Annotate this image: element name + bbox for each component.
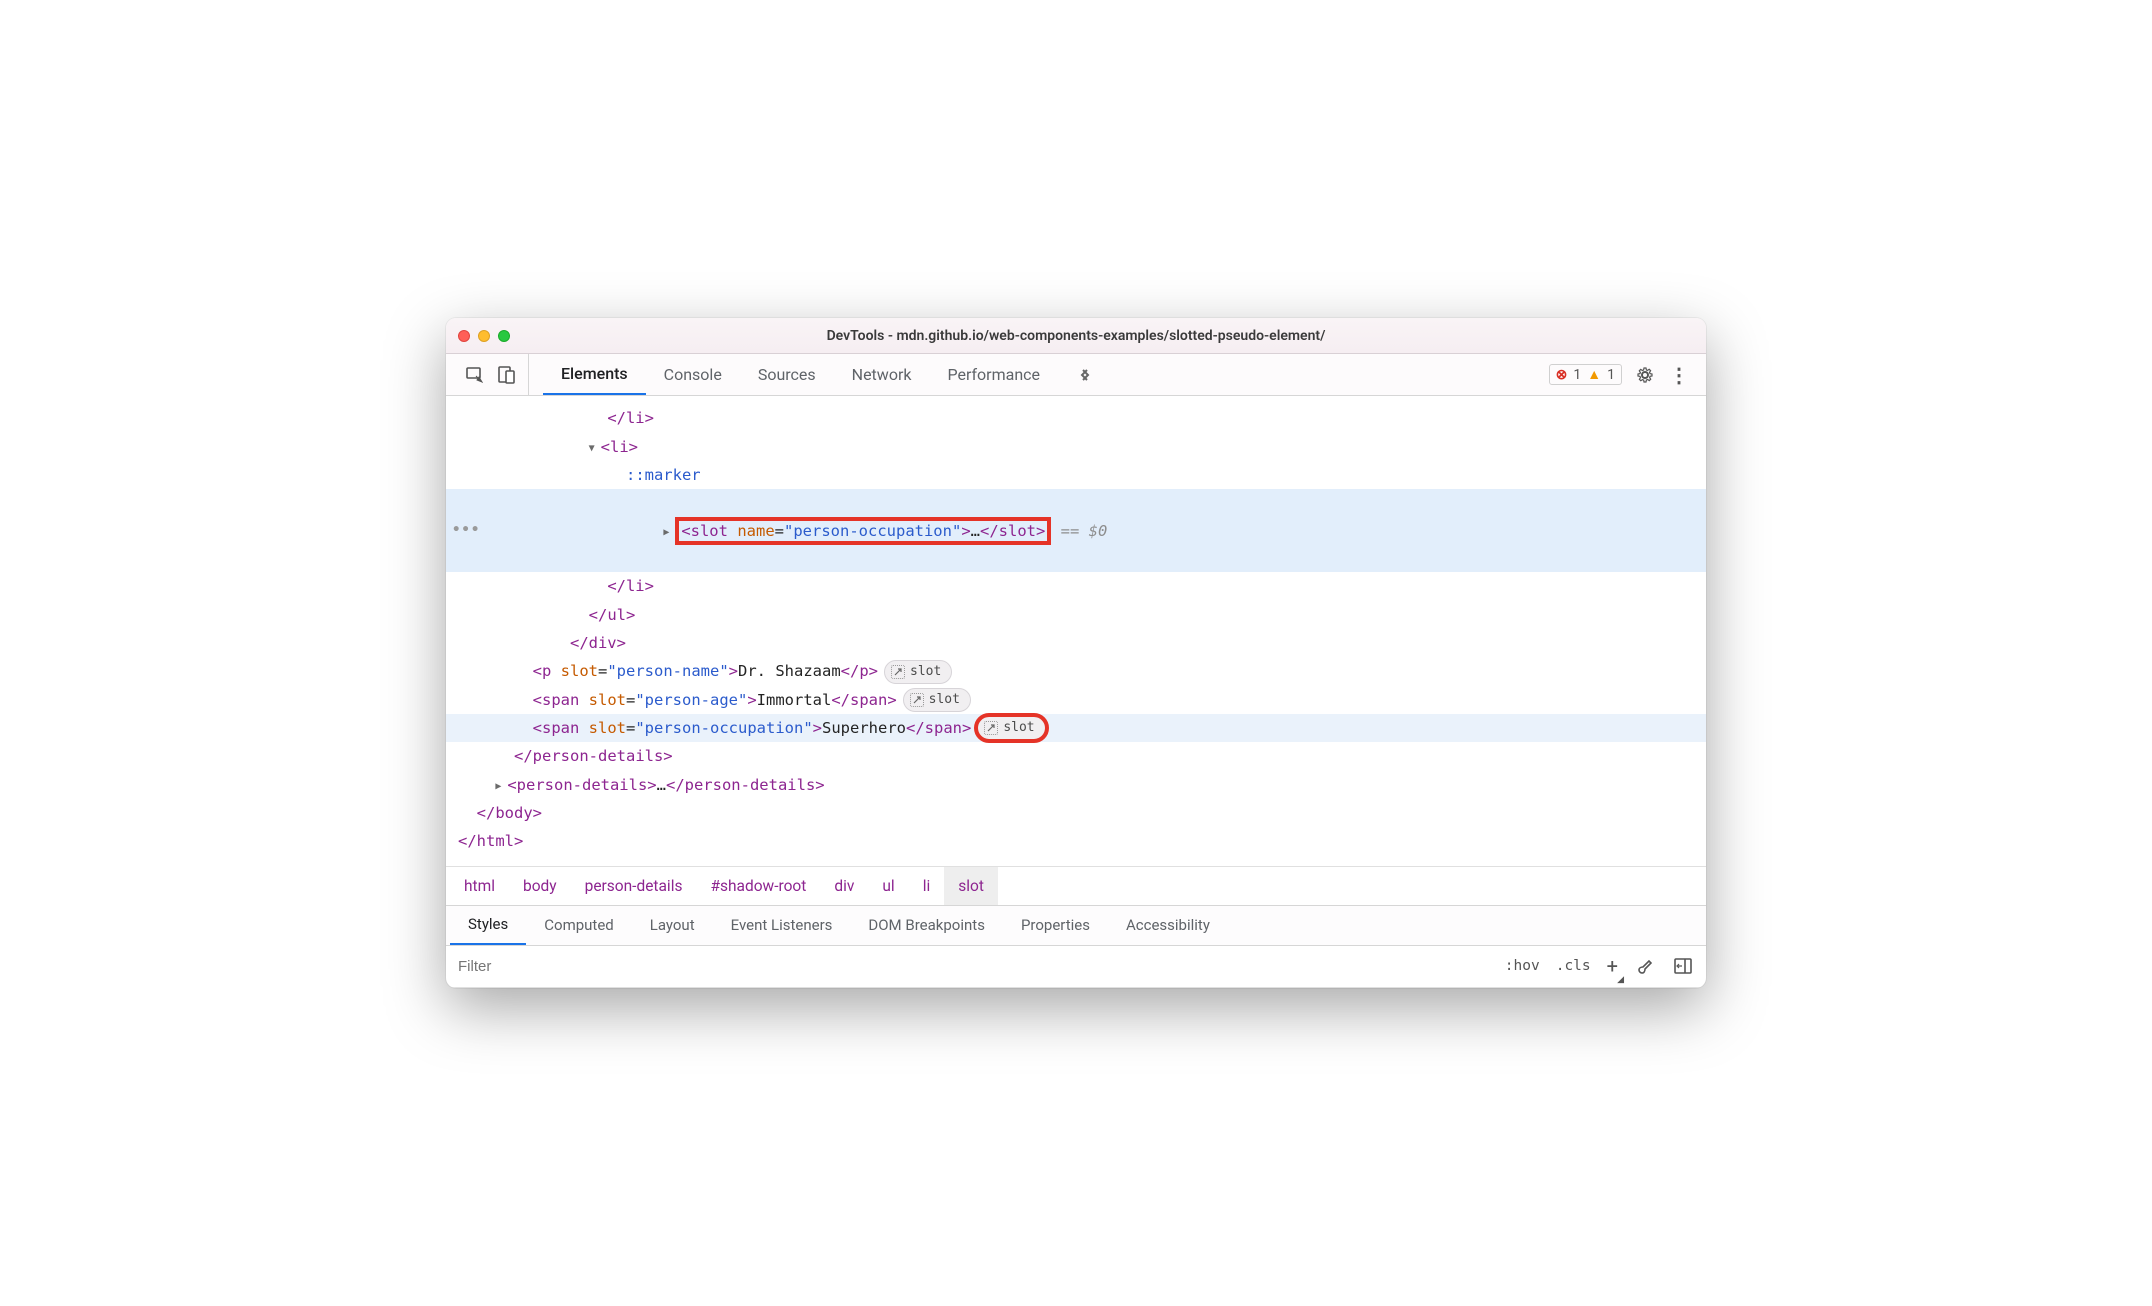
tree-row[interactable]: </li> — [446, 572, 1706, 600]
subtab-styles[interactable]: Styles — [450, 906, 526, 945]
minimize-window-button[interactable] — [478, 330, 490, 342]
reveal-icon — [984, 721, 998, 735]
expand-caret-icon[interactable] — [663, 517, 671, 543]
subtab-dom-breakpoints[interactable]: DOM Breakpoints — [850, 906, 1003, 945]
tree-row[interactable]: </person-details> — [446, 742, 1706, 770]
new-style-rule-button[interactable]: +◢ — [1607, 954, 1618, 978]
expand-caret-icon[interactable] — [495, 771, 503, 797]
row-actions-icon[interactable]: ••• — [452, 519, 480, 543]
elements-tree[interactable]: </li> <li> ::marker ••• <slot name="pers… — [446, 396, 1706, 865]
subtab-computed[interactable]: Computed — [526, 906, 632, 945]
warning-icon: ▲ — [1587, 366, 1601, 383]
styles-subtabs: Styles Computed Layout Event Listeners D… — [446, 906, 1706, 946]
tab-sources[interactable]: Sources — [740, 354, 834, 395]
reveal-slot-badge[interactable]: slot — [903, 688, 971, 712]
tree-row[interactable]: </li> — [446, 404, 1706, 432]
error-icon: ⊗ — [1556, 367, 1568, 383]
tab-console[interactable]: Console — [646, 354, 740, 395]
crumb-div[interactable]: div — [820, 867, 868, 905]
selected-node-ref: == $0 — [1051, 522, 1107, 540]
window-title: DevTools - mdn.github.io/web-components-… — [458, 328, 1694, 344]
tab-performance[interactable]: Performance — [929, 354, 1058, 395]
highlight-box: <slot name="person-occupation">…</slot> — [675, 517, 1051, 545]
settings-gear-icon[interactable] — [1634, 364, 1656, 386]
tree-row[interactable]: </ul> — [446, 601, 1706, 629]
kebab-menu-icon[interactable]: ⋮ — [1668, 364, 1690, 386]
issues-counter[interactable]: ⊗ 1 ▲ 1 — [1549, 364, 1622, 385]
tree-row-selected[interactable]: ••• <slot name="person-occupation">…</sl… — [446, 489, 1706, 572]
subtab-accessibility[interactable]: Accessibility — [1108, 906, 1228, 945]
crumb-body[interactable]: body — [509, 867, 571, 905]
inspect-element-icon[interactable] — [464, 364, 486, 386]
inspect-tools — [454, 354, 529, 395]
error-count: 1 — [1573, 367, 1581, 383]
subtab-properties[interactable]: Properties — [1003, 906, 1108, 945]
device-toggle-icon[interactable] — [496, 364, 518, 386]
styles-filter-row: :hov .cls +◢ — [446, 946, 1706, 988]
hov-toggle[interactable]: :hov — [1505, 958, 1540, 974]
reveal-icon — [891, 665, 905, 679]
panel-tabs: Elements Console Sources Network Perform… — [529, 354, 1541, 395]
close-window-button[interactable] — [458, 330, 470, 342]
pseudo-marker: ::marker — [626, 466, 701, 484]
tree-row[interactable]: <person-details>…</person-details> — [446, 771, 1706, 799]
tree-row[interactable]: <span slot="person-age">Immortal</span>s… — [446, 686, 1706, 714]
devtools-window: DevTools - mdn.github.io/web-components-… — [446, 318, 1706, 987]
zoom-window-button[interactable] — [498, 330, 510, 342]
crumb-html[interactable]: html — [450, 867, 509, 905]
subtab-layout[interactable]: Layout — [632, 906, 713, 945]
crumb-shadow-root[interactable]: #shadow-root — [696, 867, 820, 905]
tree-row[interactable]: ::marker — [446, 461, 1706, 489]
paint-brush-icon[interactable] — [1634, 955, 1656, 977]
tree-row[interactable]: </div> — [446, 629, 1706, 657]
crumb-slot[interactable]: slot — [944, 867, 998, 905]
reveal-icon — [910, 693, 924, 707]
breadcrumb: html body person-details #shadow-root di… — [446, 866, 1706, 906]
reveal-slot-badge[interactable]: slot — [884, 660, 952, 684]
styles-filter-input[interactable] — [454, 952, 1505, 980]
tree-row[interactable]: <p slot="person-name">Dr. Shazaam</p>slo… — [446, 657, 1706, 685]
warning-count: 1 — [1607, 367, 1615, 383]
more-tabs-button[interactable] — [1058, 354, 1112, 395]
toggle-sidebar-icon[interactable] — [1672, 955, 1694, 977]
titlebar: DevTools - mdn.github.io/web-components-… — [446, 318, 1706, 354]
subtab-event-listeners[interactable]: Event Listeners — [713, 906, 851, 945]
tree-row[interactable]: </body> — [446, 799, 1706, 827]
tree-row[interactable]: <span slot="person-occupation">Superhero… — [446, 714, 1706, 742]
toolbar-right: ⊗ 1 ▲ 1 ⋮ — [1541, 364, 1698, 386]
tab-network[interactable]: Network — [834, 354, 930, 395]
tree-row[interactable]: <li> — [446, 433, 1706, 461]
reveal-slot-badge-highlighted[interactable]: slot — [977, 716, 1045, 740]
tab-elements[interactable]: Elements — [543, 354, 646, 395]
main-toolbar: Elements Console Sources Network Perform… — [446, 354, 1706, 396]
expand-caret-icon[interactable] — [589, 433, 597, 459]
window-controls — [458, 330, 510, 342]
crumb-person-details[interactable]: person-details — [571, 867, 697, 905]
tree-row[interactable]: </html> — [446, 827, 1706, 855]
cls-toggle[interactable]: .cls — [1556, 958, 1591, 974]
crumb-li[interactable]: li — [909, 867, 945, 905]
crumb-ul[interactable]: ul — [868, 867, 908, 905]
styles-filter-tools: :hov .cls +◢ — [1505, 954, 1698, 978]
